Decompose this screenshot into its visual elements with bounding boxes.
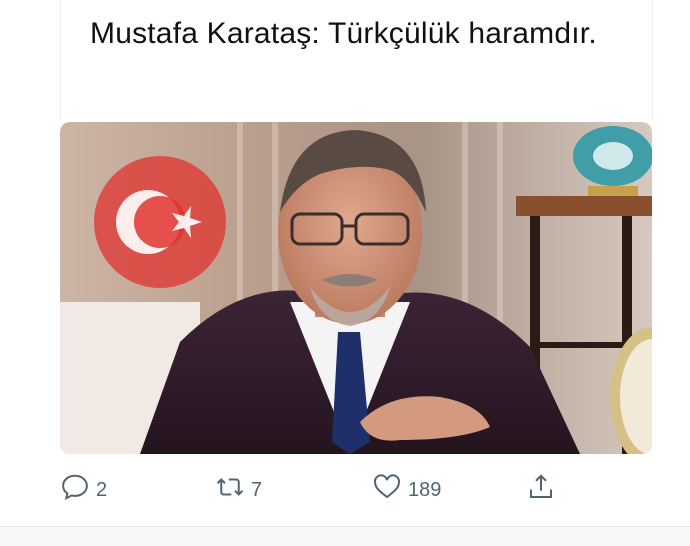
tweet-text: Mustafa Karataş: Türkçülük haramdır.	[90, 17, 597, 50]
reply-button[interactable]: 2	[60, 470, 107, 510]
tweet-photo[interactable]	[60, 122, 652, 454]
retweet-count: 7	[251, 478, 263, 501]
next-item-edge	[0, 527, 690, 546]
like-button[interactable]: 189	[372, 470, 441, 510]
share-button[interactable]	[526, 470, 556, 510]
retweet-icon	[215, 472, 245, 508]
tweet-actions: 2 7 189	[60, 470, 652, 510]
card-border-right	[652, 0, 653, 120]
tweet-card: Mustafa Karataş: Türkçülük haramdır. 2 7…	[0, 0, 690, 546]
photo-image	[60, 122, 652, 454]
watermark-logo	[94, 156, 226, 288]
retweet-button[interactable]: 7	[215, 470, 262, 510]
card-border-left	[60, 0, 61, 120]
reply-count: 2	[96, 478, 108, 501]
like-count: 189	[408, 478, 442, 501]
reply-icon	[60, 472, 90, 508]
heart-icon	[372, 472, 402, 508]
share-icon	[526, 472, 556, 508]
